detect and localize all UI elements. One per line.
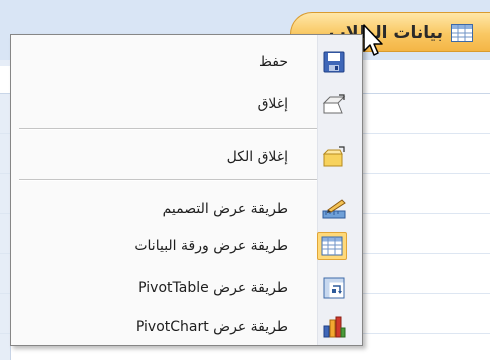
menu-item-label: إغلاق الكل: [226, 149, 288, 165]
design-view-icon: [322, 198, 346, 220]
menu-item-design-view[interactable]: طريقة عرض التصميم: [12, 192, 362, 226]
menu-item-label: طريقة عرض PivotChart: [135, 319, 288, 335]
pivotchart-view-icon: [322, 316, 346, 338]
tab-context-menu: حفظ إغلاق إغلاق الكل طريقة عرض التصميم ط…: [10, 34, 363, 346]
menu-separator-highlight: [19, 180, 317, 181]
menu-item-label: طريقة عرض ورقة البيانات: [134, 238, 288, 254]
menu-item-close[interactable]: إغلاق: [12, 87, 362, 121]
menu-item-label: طريقة عرض PivotTable: [138, 280, 288, 296]
menu-item-label: حفظ: [258, 54, 288, 70]
datasheet-view-icon: [317, 232, 347, 260]
pivottable-view-icon: [322, 277, 346, 299]
close-all-icon: [322, 146, 346, 168]
menu-item-label: إغلاق: [257, 96, 288, 112]
close-icon: [322, 93, 346, 115]
menu-item-label: طريقة عرض التصميم: [162, 201, 288, 217]
menu-item-save[interactable]: حفظ: [12, 45, 362, 79]
mouse-cursor-icon: [362, 23, 388, 63]
menu-item-datasheet-view[interactable]: طريقة عرض ورقة البيانات: [12, 229, 362, 263]
menu-item-close-all[interactable]: إغلاق الكل: [12, 140, 362, 174]
menu-separator-highlight: [19, 129, 317, 130]
menu-item-pivottable-view[interactable]: طريقة عرض PivotTable: [12, 271, 362, 305]
table-icon: [451, 24, 473, 46]
save-icon: [322, 51, 346, 73]
menu-item-pivotchart-view[interactable]: طريقة عرض PivotChart: [12, 310, 362, 344]
